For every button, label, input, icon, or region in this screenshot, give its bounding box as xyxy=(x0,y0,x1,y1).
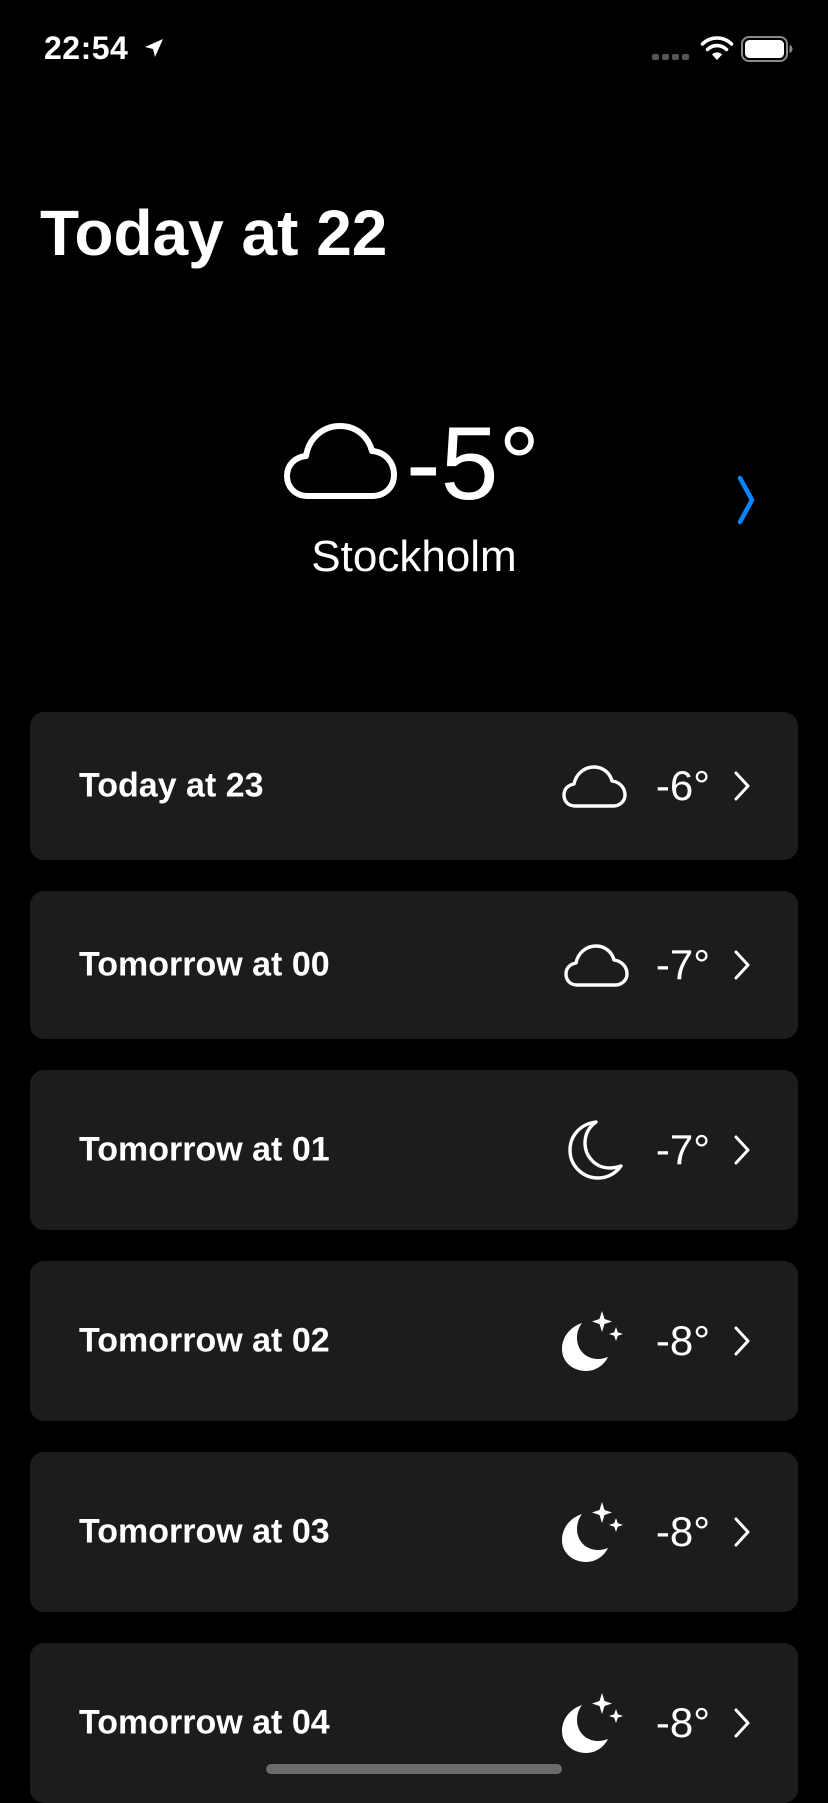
chevron-right-icon xyxy=(734,1708,750,1738)
current-temperature: -5° xyxy=(406,406,541,522)
chevron-right-icon[interactable] xyxy=(732,474,760,526)
location-arrow-icon xyxy=(145,39,163,57)
chevron-right-icon xyxy=(734,950,750,980)
forecast-row-temperature: -8° xyxy=(655,1508,710,1555)
forecast-row[interactable]: Today at 23 -6° xyxy=(30,712,798,860)
current-conditions[interactable]: -5° Stockholm xyxy=(0,400,828,600)
forecast-row[interactable]: Tomorrow at 00 -7° xyxy=(30,891,798,1039)
moon-icon xyxy=(568,1120,623,1180)
forecast-row-label: Tomorrow at 00 xyxy=(79,945,330,984)
forecast-row-label: Tomorrow at 03 xyxy=(79,1512,330,1551)
forecast-row-label: Tomorrow at 02 xyxy=(79,1321,330,1360)
cloud-icon xyxy=(284,423,397,499)
chevron-right-icon xyxy=(734,1135,750,1165)
forecast-row-label: Tomorrow at 04 xyxy=(79,1703,330,1742)
forecast-row-label: Today at 23 xyxy=(79,766,264,805)
forecast-row[interactable]: Tomorrow at 02 -8° xyxy=(30,1261,798,1421)
chevron-right-icon xyxy=(734,1326,750,1356)
cloud-icon xyxy=(564,944,629,987)
chevron-right-icon xyxy=(734,1517,750,1547)
forecast-row-label: Tomorrow at 01 xyxy=(79,1130,330,1169)
current-city: Stockholm xyxy=(311,532,517,581)
forecast-row[interactable]: Tomorrow at 01 -7° xyxy=(30,1070,798,1230)
battery-icon xyxy=(741,36,793,62)
wifi-icon xyxy=(700,36,734,60)
page-title: Today at 22 xyxy=(40,197,388,269)
forecast-row-temperature: -6° xyxy=(655,762,710,809)
home-indicator[interactable] xyxy=(266,1764,562,1774)
moon-stars-icon xyxy=(562,1693,623,1753)
forecast-row[interactable]: Tomorrow at 04 -8° xyxy=(30,1643,798,1803)
forecast-row-temperature: -8° xyxy=(655,1317,710,1364)
forecast-row-temperature: -7° xyxy=(655,1126,710,1173)
cloud-icon xyxy=(562,765,627,808)
chevron-right-icon xyxy=(734,771,750,801)
moon-stars-icon xyxy=(562,1502,623,1562)
cellular-signal-icon xyxy=(652,54,689,60)
status-bar: 22:54 xyxy=(0,0,828,100)
forecast-row-temperature: -8° xyxy=(655,1699,710,1746)
forecast-row-temperature: -7° xyxy=(655,941,710,988)
forecast-row[interactable]: Tomorrow at 03 -8° xyxy=(30,1452,798,1612)
status-time: 22:54 xyxy=(44,30,129,66)
moon-stars-icon xyxy=(562,1311,623,1371)
